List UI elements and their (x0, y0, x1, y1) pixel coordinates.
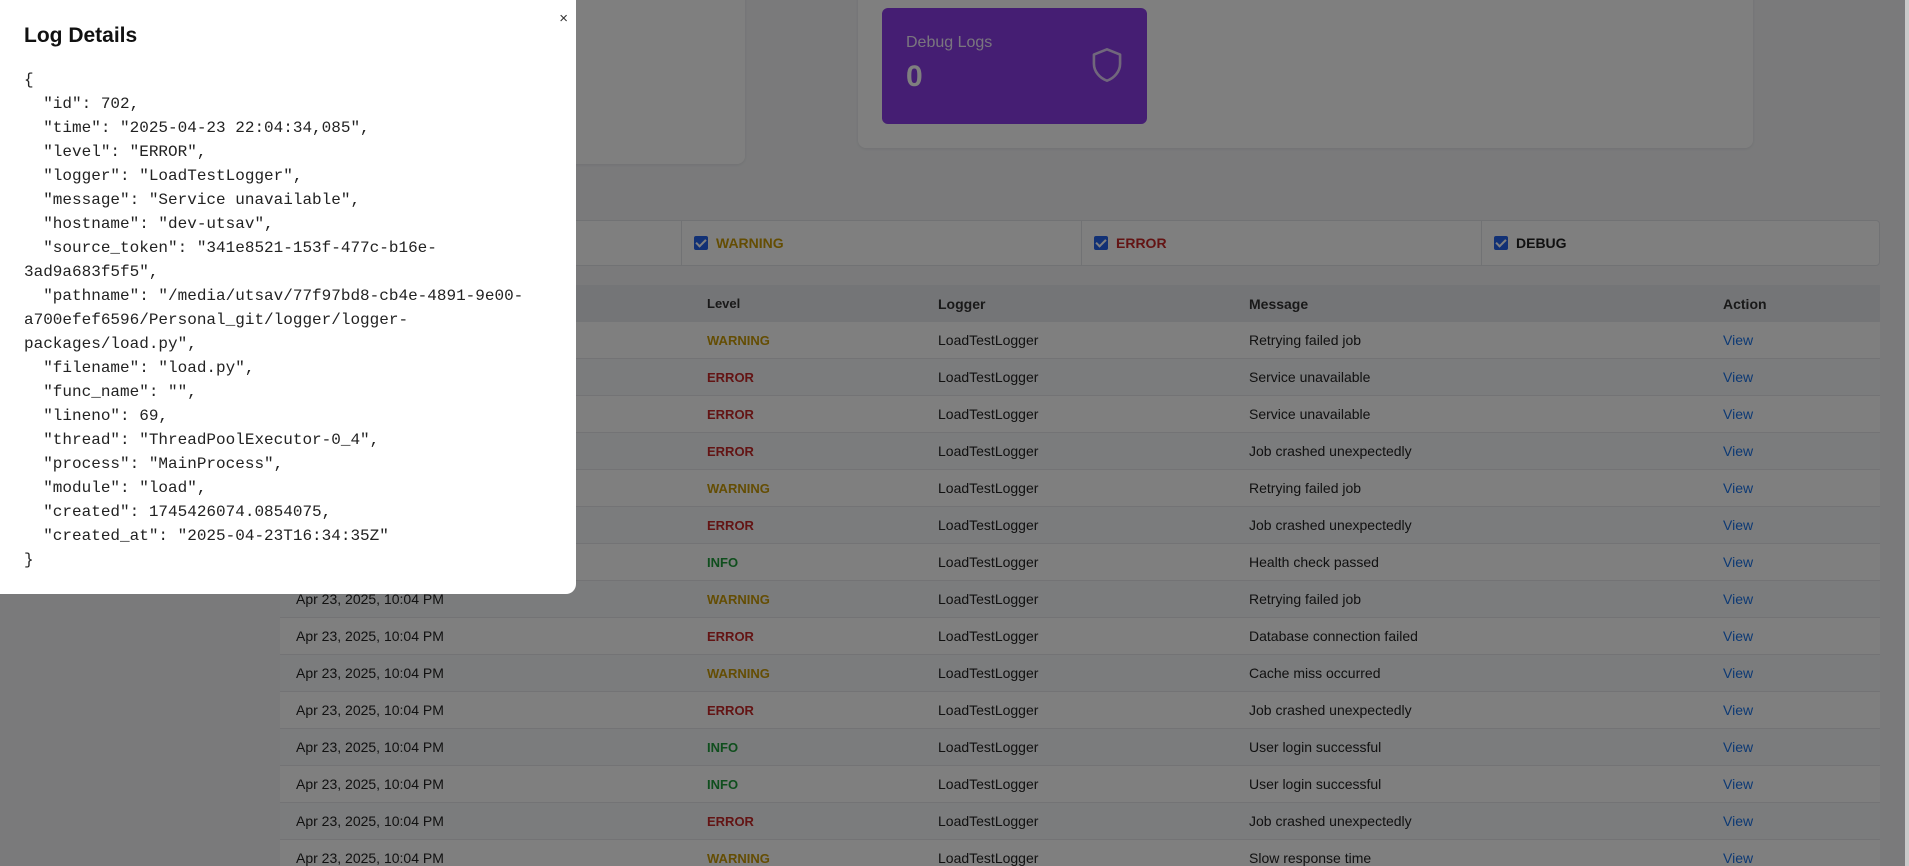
close-icon[interactable]: × (559, 10, 568, 27)
modal-title: Log Details (24, 24, 138, 47)
log-json: { "id": 702, "time": "2025-04-23 22:04:3… (24, 71, 524, 569)
page-scrollbar[interactable] (1905, 0, 1909, 866)
log-details-modal: Log Details × { "id": 702, "time": "2025… (0, 0, 576, 594)
